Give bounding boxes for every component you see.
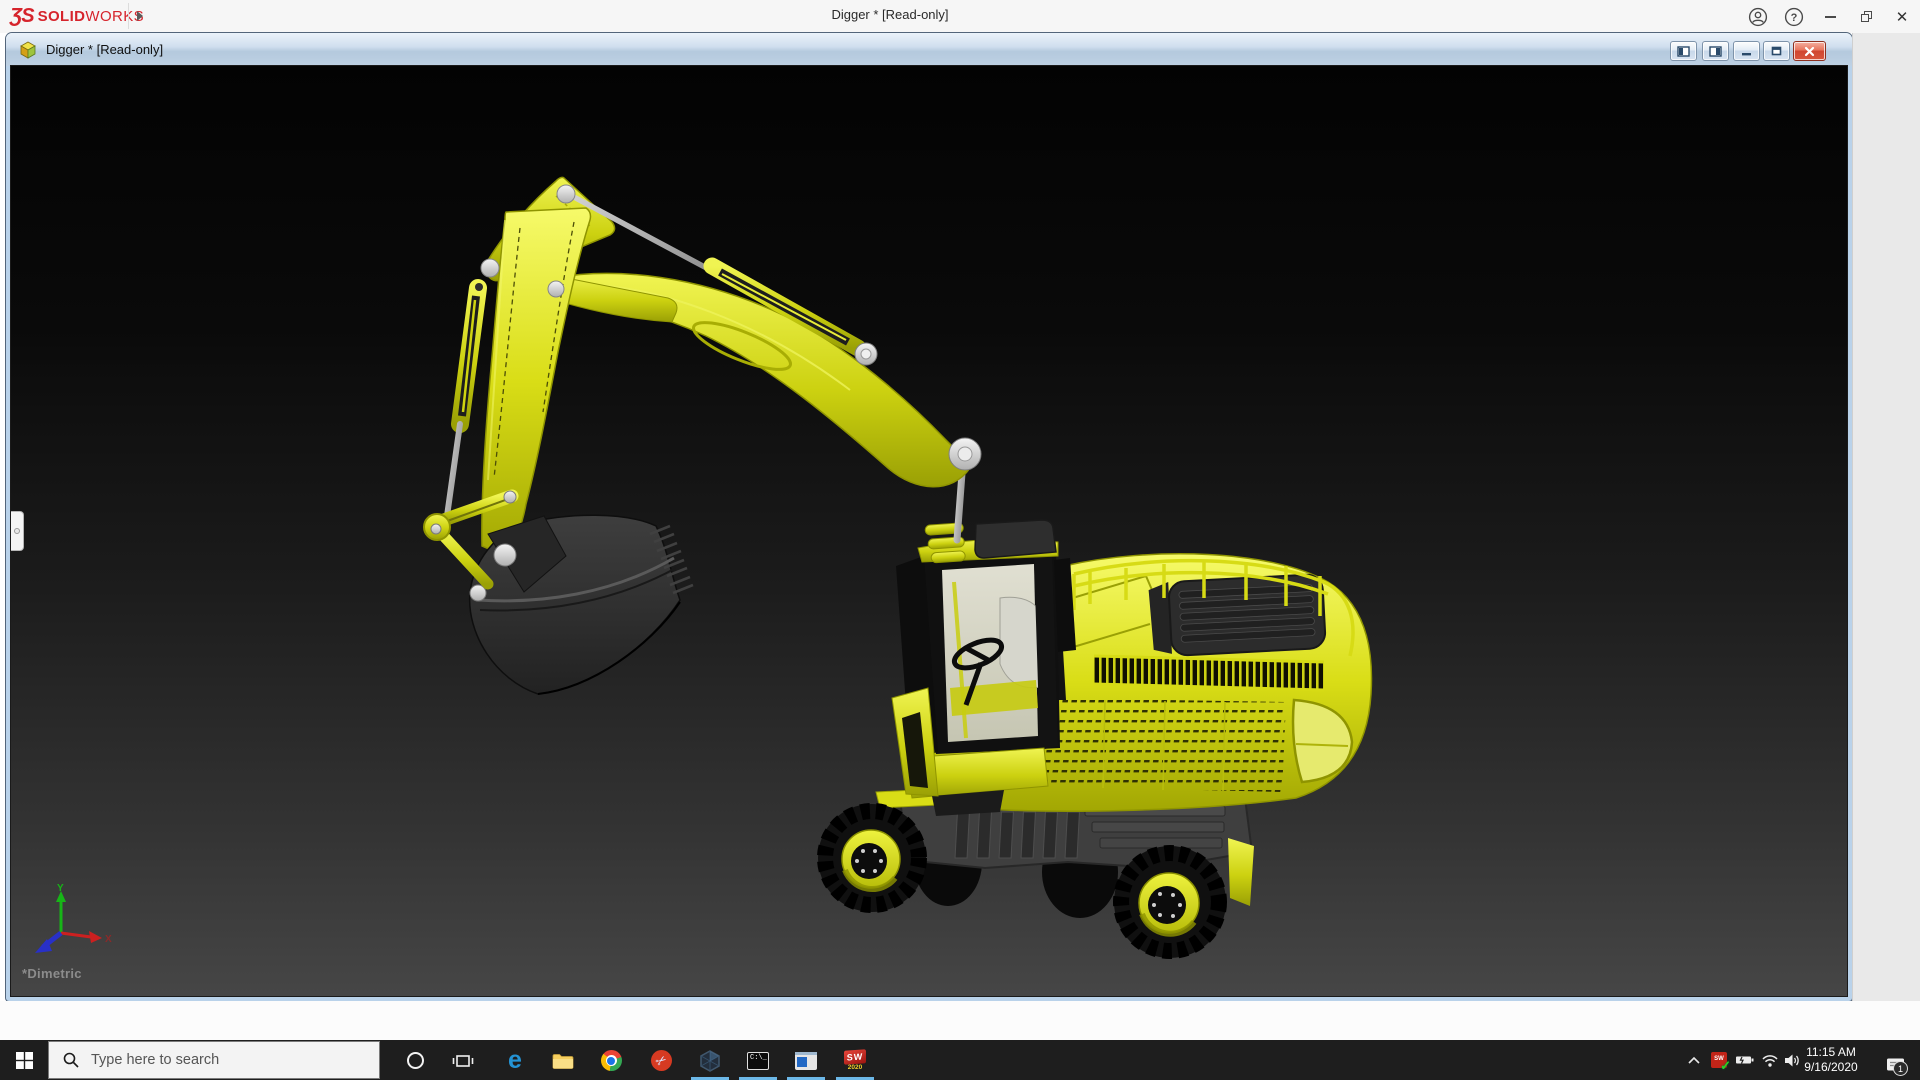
solidworks-2020-icon: SW 2020 xyxy=(844,1048,866,1072)
rear-wheel xyxy=(1113,845,1227,959)
show-left-pane-button[interactable] xyxy=(1670,41,1697,61)
taskbar-icon-chrome[interactable] xyxy=(591,1044,631,1077)
file-explorer-icon xyxy=(552,1053,574,1069)
window-controls: ? ✕ xyxy=(1740,0,1920,33)
taskbar-icon-solidworks[interactable]: SW 2020 xyxy=(835,1044,875,1077)
taskbar-icon-command-prompt[interactable]: C:\_ xyxy=(738,1044,778,1077)
orientation-triad: Y X xyxy=(35,883,112,953)
clock-time: 11:15 AM xyxy=(1806,1045,1856,1059)
battery-icon xyxy=(1736,1056,1754,1064)
show-right-pane-button[interactable] xyxy=(1702,41,1729,61)
search-icon xyxy=(63,1052,79,1068)
front-wheel xyxy=(817,803,927,913)
tray-battery[interactable] xyxy=(1732,1040,1758,1080)
document-window: Digger * [Read-only] Y X *Dimetric xyxy=(6,33,1852,1001)
taskbar-icon-cortana[interactable] xyxy=(395,1044,435,1077)
tray-solidworks-status[interactable]: SW ✓ xyxy=(1706,1040,1732,1080)
screen: ƷS SOLIDWORKS Digger * [Read-only] ? ✕ xyxy=(0,0,1920,1080)
app-title: Digger * [Read-only] xyxy=(831,7,949,22)
taskbar-icon-snipping-app[interactable]: ✂ xyxy=(641,1044,681,1077)
action-center-button[interactable]: 1 xyxy=(1872,1040,1912,1080)
flyout-handle-dot xyxy=(14,528,20,534)
blue-window-app-icon xyxy=(795,1051,817,1070)
windows-logo-icon xyxy=(15,1051,33,1069)
tray-wifi[interactable] xyxy=(1758,1040,1782,1080)
document-title: Digger * [Read-only] xyxy=(46,42,164,57)
hexagon-app-icon xyxy=(700,1049,720,1072)
tray-clock[interactable]: 11:15 AM 9/16/2020 xyxy=(1796,1040,1866,1080)
close-button[interactable]: ✕ xyxy=(1884,0,1920,33)
task-pane-collapsed[interactable] xyxy=(1852,33,1920,1001)
digger-3d-model xyxy=(423,176,1373,959)
feature-pane-flyout-tab[interactable] xyxy=(11,511,24,551)
taskbar-icon-edge[interactable]: e xyxy=(495,1044,535,1077)
svg-text:?: ? xyxy=(1791,12,1798,24)
start-button[interactable] xyxy=(0,1040,48,1080)
graphics-viewport[interactable]: Y X *Dimetric xyxy=(10,65,1848,997)
wifi-icon xyxy=(1762,1054,1778,1067)
app-titlebar: ƷS SOLID WORKS Digger * [Read-only] ? ✕ xyxy=(0,0,1920,33)
assembly-icon xyxy=(19,41,37,64)
scissors-app-icon: ✂ xyxy=(650,1050,672,1071)
account-icon[interactable] xyxy=(1740,0,1776,33)
notification-badge: 1 xyxy=(1893,1061,1908,1076)
taskbar-icon-photos[interactable] xyxy=(786,1044,826,1077)
taskbar-icon-edrawings[interactable] xyxy=(690,1044,730,1077)
taskbar-icon-task-view[interactable] xyxy=(443,1044,483,1077)
svg-text:X: X xyxy=(105,934,112,945)
chrome-icon xyxy=(600,1050,622,1071)
check-icon: ✓ xyxy=(1720,1058,1731,1073)
edge-icon: e xyxy=(508,1046,522,1074)
taskbar-search[interactable] xyxy=(48,1041,380,1079)
status-bar xyxy=(0,1001,1920,1040)
taskbar-icon-file-explorer[interactable] xyxy=(543,1044,583,1077)
svg-text:Y: Y xyxy=(57,883,64,894)
view-orientation-label: *Dimetric xyxy=(22,966,82,981)
doc-minimize-button[interactable] xyxy=(1733,41,1760,61)
tray-show-hidden-icons[interactable] xyxy=(1682,1040,1706,1080)
command-prompt-icon: C:\_ xyxy=(747,1051,769,1070)
chevron-up-icon xyxy=(1688,1056,1700,1064)
solidworks-tray-icon: SW ✓ xyxy=(1711,1052,1731,1073)
restore-button[interactable] xyxy=(1848,0,1884,33)
clock-date: 9/16/2020 xyxy=(1804,1060,1858,1074)
minimize-button[interactable] xyxy=(1812,0,1848,33)
search-input[interactable] xyxy=(91,1052,331,1068)
doc-close-button[interactable] xyxy=(1793,41,1826,61)
document-titlebar[interactable]: Digger * [Read-only] xyxy=(6,33,1852,66)
taskbar: e ✂ C:\_ SW 2 xyxy=(0,1040,1920,1080)
task-view-icon xyxy=(452,1054,474,1067)
doc-restore-button[interactable] xyxy=(1763,41,1790,61)
help-icon[interactable]: ? xyxy=(1776,0,1812,33)
cortana-icon xyxy=(406,1052,424,1069)
